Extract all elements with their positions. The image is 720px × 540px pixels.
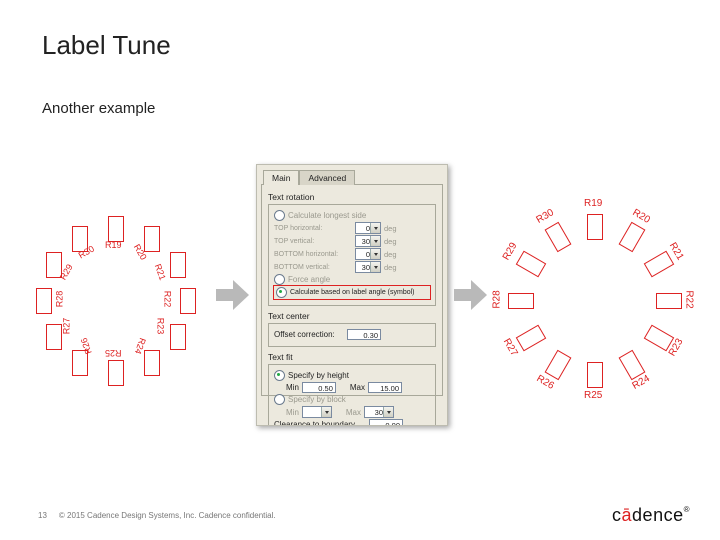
tab-bar: Main Advanced xyxy=(263,169,447,184)
group-title-fit: Text fit xyxy=(268,352,436,362)
bot-v-select[interactable]: 30 xyxy=(355,261,381,273)
component-chip xyxy=(656,293,682,309)
top-v-label: TOP vertical: xyxy=(274,238,352,245)
top-h-select[interactable]: 0 xyxy=(355,222,381,234)
refdes-label: R21 xyxy=(152,263,167,282)
component-chip xyxy=(108,216,124,242)
component-chip xyxy=(587,362,603,388)
by-height-label: Specify by height xyxy=(288,371,349,380)
offset-label: Offset correction: xyxy=(274,330,344,339)
radio-force-angle[interactable] xyxy=(274,274,285,285)
component-chip xyxy=(644,251,675,278)
bot-v-unit: deg xyxy=(384,263,397,272)
top-h-label: TOP horizontal: xyxy=(274,225,352,232)
cadence-logo: cādence® xyxy=(612,505,690,526)
opt-calc-longest-label: Calculate longest side xyxy=(288,211,366,220)
tab-main[interactable]: Main xyxy=(263,170,299,185)
group-center: Offset correction: 0.30 xyxy=(268,323,436,347)
group-rotation: Calculate longest side TOP horizontal: 0… xyxy=(268,204,436,306)
before-layout: R19R20R21R22R23R24R25R26R27R28R29R30 xyxy=(20,185,210,405)
bot-v-label: BOTTOM vertical: xyxy=(274,264,352,271)
subtitle: Another example xyxy=(42,100,155,117)
component-chip xyxy=(508,293,534,309)
max2-select[interactable]: 30 xyxy=(364,406,394,418)
content-row: R19R20R21R22R23R24R25R26R27R28R29R30 Mai… xyxy=(20,155,700,435)
radio-calc-longest[interactable] xyxy=(274,210,285,221)
top-v-unit: deg xyxy=(384,237,397,246)
radio-by-height[interactable] xyxy=(274,370,285,381)
component-chip xyxy=(516,251,547,278)
page-number: 13 xyxy=(38,511,47,520)
radio-calc-symbol[interactable] xyxy=(276,287,287,298)
min2-label: Min xyxy=(286,408,299,417)
component-chip xyxy=(144,350,160,376)
bot-h-select[interactable]: 0 xyxy=(355,248,381,260)
component-chip xyxy=(170,324,186,350)
after-layout: R19R20R21R22R23R24R25R26R27R28R29R30 xyxy=(494,185,694,405)
component-chip xyxy=(36,288,52,314)
refdes-label: R22 xyxy=(162,291,172,308)
page-title: Label Tune xyxy=(42,30,171,61)
max-field[interactable]: 15.00 xyxy=(368,382,402,393)
offset-field[interactable]: 0.30 xyxy=(347,329,381,340)
refdes-label: R27 xyxy=(61,318,71,335)
group-title-center: Text center xyxy=(268,311,436,321)
component-chip xyxy=(46,324,62,350)
by-block-label: Specify by block xyxy=(288,395,346,404)
refdes-label: R29 xyxy=(501,241,520,262)
arrow-icon xyxy=(216,275,250,315)
max-label: Max xyxy=(350,383,365,392)
bot-h-unit: deg xyxy=(384,250,397,259)
opt-force-angle-label: Force angle xyxy=(288,275,330,284)
bot-h-label: BOTTOM horizontal: xyxy=(274,251,352,258)
group-fit: Specify by height Min 0.50 Max 15.00 Spe… xyxy=(268,364,436,426)
component-chip xyxy=(619,222,646,253)
component-chip xyxy=(170,252,186,278)
refdes-label: R23 xyxy=(155,318,165,335)
component-chip xyxy=(545,222,572,253)
refdes-label: R22 xyxy=(684,290,695,308)
min-label: Min xyxy=(286,383,299,392)
refdes-label: R25 xyxy=(105,348,122,358)
refdes-label: R25 xyxy=(584,390,602,401)
min2-select[interactable] xyxy=(302,406,332,418)
footer: 13 © 2015 Cadence Design Systems, Inc. C… xyxy=(38,511,276,520)
component-chip xyxy=(180,288,196,314)
min-field[interactable]: 0.50 xyxy=(302,382,336,393)
component-chip xyxy=(144,226,160,252)
top-v-select[interactable]: 30 xyxy=(355,235,381,247)
slide: Label Tune Another example R19R20R21R22R… xyxy=(0,0,720,540)
clearance-field[interactable]: 0.00 xyxy=(369,419,403,426)
refdes-label: R28 xyxy=(54,291,64,308)
refdes-label: R19 xyxy=(105,240,122,250)
arrow-icon xyxy=(454,275,488,315)
component-chip xyxy=(545,350,572,381)
tab-page-main: Text rotation Calculate longest side TOP… xyxy=(261,184,443,396)
top-h-unit: deg xyxy=(384,224,397,233)
component-chip xyxy=(516,325,547,352)
copyright: © 2015 Cadence Design Systems, Inc. Cade… xyxy=(59,511,276,520)
refdes-label: R28 xyxy=(492,290,503,308)
component-chip xyxy=(108,360,124,386)
component-chip xyxy=(587,214,603,240)
group-title-rotation: Text rotation xyxy=(268,192,436,202)
clearance-label: Clearance to boundary xyxy=(274,420,366,426)
refdes-label: R19 xyxy=(584,198,602,209)
tab-advanced[interactable]: Advanced xyxy=(299,170,355,185)
opt-calc-symbol-label: Calculate based on label angle (symbol) xyxy=(290,289,415,296)
max2-label: Max xyxy=(346,408,361,417)
radio-by-block[interactable] xyxy=(274,394,285,405)
dialog-window: Main Advanced Text rotation Calculate lo… xyxy=(256,164,448,426)
refdes-label: R30 xyxy=(534,207,555,226)
